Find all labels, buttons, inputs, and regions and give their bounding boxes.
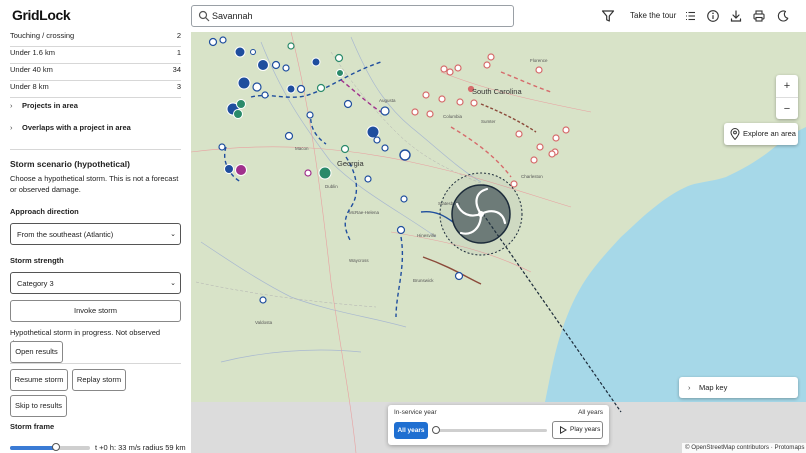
zoom-in-button[interactable]: +: [776, 75, 798, 97]
chevron-right-icon: ›: [10, 101, 13, 110]
map-label-south-carolina: South Carolina: [472, 87, 522, 96]
proximity-row: Touching / crossing 2: [10, 32, 181, 47]
take-tour-button[interactable]: Take the tour: [630, 11, 676, 20]
strength-select[interactable]: Category 3 ⌄: [10, 272, 181, 294]
timeline-title: In-service year: [394, 409, 437, 416]
storm-frame-label: Storm frame: [10, 422, 55, 431]
sidebar-panel: Touching / crossing 2 Under 1.6 km 1 Under…: [0, 32, 191, 453]
map-label-town: Charleston: [521, 174, 543, 179]
map-key-toggle[interactable]: › Map key: [679, 377, 798, 398]
filter-icon[interactable]: [601, 9, 615, 23]
explore-area-button[interactable]: Explore an area: [724, 123, 798, 145]
moon-icon[interactable]: [776, 9, 790, 23]
proximity-row: Under 8 km 3: [10, 82, 181, 98]
map-label-town: McRae-Helena: [349, 210, 380, 215]
open-results-button[interactable]: Open results: [10, 341, 63, 363]
map-label-town: Hinesville: [417, 233, 437, 238]
slider-handle[interactable]: [51, 443, 60, 451]
map-label-town: Columbia: [443, 114, 463, 119]
map-label-town: Brunswick: [413, 278, 434, 283]
play-years-label: Play years: [570, 426, 601, 433]
search-input[interactable]: [212, 8, 502, 24]
map-attribution[interactable]: © OpenStreetMap contributors · Protomaps: [682, 443, 806, 453]
storm-frame-value: t +0 h: 33 m/s radius 59 km: [95, 443, 186, 452]
list-icon[interactable]: [684, 9, 698, 23]
year-slider[interactable]: [432, 426, 547, 434]
zoom-out-button[interactable]: −: [776, 97, 798, 119]
play-icon: [560, 426, 567, 434]
strength-label: Storm strength: [10, 256, 64, 265]
map-label-town: Valdosta: [255, 320, 273, 325]
timeline-current: All years: [578, 409, 603, 416]
map-label-town: Waycross: [349, 258, 369, 263]
proximity-row: Under 40 km 34: [10, 65, 181, 81]
divider: [10, 363, 181, 364]
map-label-town: Augusta: [379, 98, 396, 103]
divider: [10, 149, 181, 150]
storm-description: Choose a hypothetical storm. This is not…: [10, 174, 179, 194]
map-label-town: Dublin: [325, 184, 338, 189]
map-label-town: Florence: [530, 58, 548, 63]
info-icon[interactable]: [706, 9, 720, 23]
timeline-panel: In-service year All years All years Play…: [388, 405, 609, 445]
chevron-down-icon: ⌄: [170, 280, 176, 287]
map-label-town: Sumter: [481, 119, 496, 124]
overlaps-toggle[interactable]: › Overlaps with a project in area: [10, 123, 131, 132]
explore-area-label: Explore an area: [743, 129, 796, 138]
year-slider-handle[interactable]: [432, 426, 440, 434]
map-pin-icon: [730, 128, 740, 140]
chevron-right-icon: ›: [10, 123, 13, 132]
resume-storm-button[interactable]: Resume storm: [10, 369, 68, 391]
map-key-label: Map key: [699, 383, 728, 392]
map-label-georgia: Georgia: [337, 159, 365, 168]
storm-title: Storm scenario (hypothetical): [10, 159, 130, 169]
approach-label: Approach direction: [10, 207, 79, 216]
chevron-down-icon: ⌄: [170, 231, 176, 238]
storm-eye: [478, 211, 484, 217]
search-box[interactable]: [191, 5, 514, 27]
map-label-town: Macon: [295, 146, 309, 151]
invoke-storm-button[interactable]: Invoke storm: [10, 300, 181, 322]
play-years-button[interactable]: Play years: [552, 421, 603, 439]
app-logo: GridLock: [12, 7, 71, 23]
chevron-right-icon: ›: [688, 383, 691, 392]
approach-select[interactable]: From the southeast (Atlantic) ⌄: [10, 223, 181, 245]
search-icon: [198, 10, 210, 22]
all-years-button[interactable]: All years: [394, 422, 428, 439]
replay-storm-button[interactable]: Replay storm: [72, 369, 126, 391]
projects-in-area-toggle[interactable]: › Projects in area: [10, 101, 78, 110]
proximity-row: Under 1.6 km 1: [10, 48, 181, 64]
storm-frame-slider[interactable]: [10, 443, 90, 451]
download-icon[interactable]: [729, 9, 743, 23]
app-header: GridLock Take the tour: [0, 0, 806, 32]
print-icon[interactable]: [752, 9, 766, 23]
zoom-control: + −: [776, 75, 798, 119]
slider-fill: [10, 446, 56, 450]
skip-to-results-button[interactable]: Skip to results: [10, 395, 67, 417]
